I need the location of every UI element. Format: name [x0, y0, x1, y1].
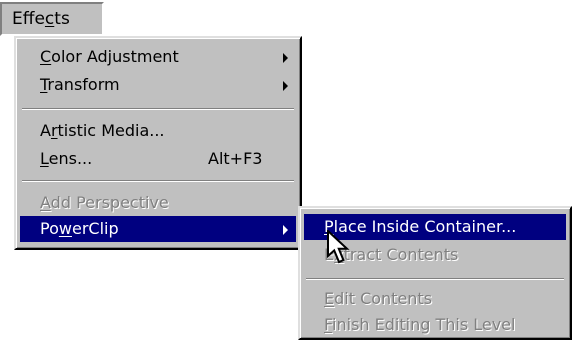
menu-item-shortcut: Alt+F3 [208, 149, 263, 168]
menu-item-add-perspective: Add Perspective [20, 190, 296, 216]
effects-menu: Color Adjustment Transform Artistic Medi… [14, 36, 302, 250]
menu-item-transform[interactable]: Transform [20, 72, 296, 98]
menu-item-label: tistic Media... [57, 121, 165, 140]
menu-separator [306, 278, 564, 280]
powerclip-submenu: Place Inside Container... Extract Conten… [298, 206, 572, 340]
menu-item-finish-editing: Finish Editing This Level [304, 312, 566, 338]
menu-item-mnemonic: w [58, 219, 72, 238]
menu-item-artistic-media[interactable]: Artistic Media... [20, 118, 296, 144]
menu-item-label: dit Contents [334, 289, 433, 308]
submenu-arrow-icon [283, 81, 288, 91]
menu-item-label: tract Contents [343, 245, 459, 264]
menu-item-mnemonic: E [324, 289, 335, 308]
menu-item-label: ransform [47, 75, 120, 94]
menu-item-label-pre: A [40, 121, 51, 140]
menu-item-mnemonic: A [40, 193, 51, 212]
menu-separator [22, 108, 294, 110]
menu-item-edit-contents: Edit Contents [304, 286, 566, 312]
effects-title-mnemonic: c [44, 9, 55, 29]
menu-item-color-adjustment[interactable]: Color Adjustment [20, 44, 296, 70]
menu-item-label: dd Perspective [50, 193, 169, 212]
menu-item-lens[interactable]: Lens... Alt+F3 [20, 146, 296, 172]
menu-item-powerclip[interactable]: PowerClip [20, 216, 296, 242]
submenu-arrow-icon [283, 225, 288, 235]
effects-title-post: ts [54, 9, 70, 29]
effects-menu-title[interactable]: Effects [0, 2, 104, 36]
effects-title-pre: Effe [12, 9, 45, 29]
menu-item-label: lace Inside Container... [333, 217, 517, 236]
menu-item-label: inish Editing This Level [332, 315, 516, 334]
mouse-pointer-icon [327, 230, 350, 264]
menu-item-mnemonic: C [40, 47, 52, 66]
menu-item-label-pre: Po [40, 219, 59, 238]
menu-item-mnemonic: L [40, 149, 49, 168]
submenu-arrow-icon [283, 53, 288, 63]
menu-item-mnemonic: F [324, 315, 333, 334]
menu-item-label: erClip [71, 219, 119, 238]
menu-separator [22, 180, 294, 182]
menu-item-label: ens... [48, 149, 93, 168]
menu-item-mnemonic: r [50, 121, 58, 140]
menu-item-label: olor Adjustment [51, 47, 179, 66]
